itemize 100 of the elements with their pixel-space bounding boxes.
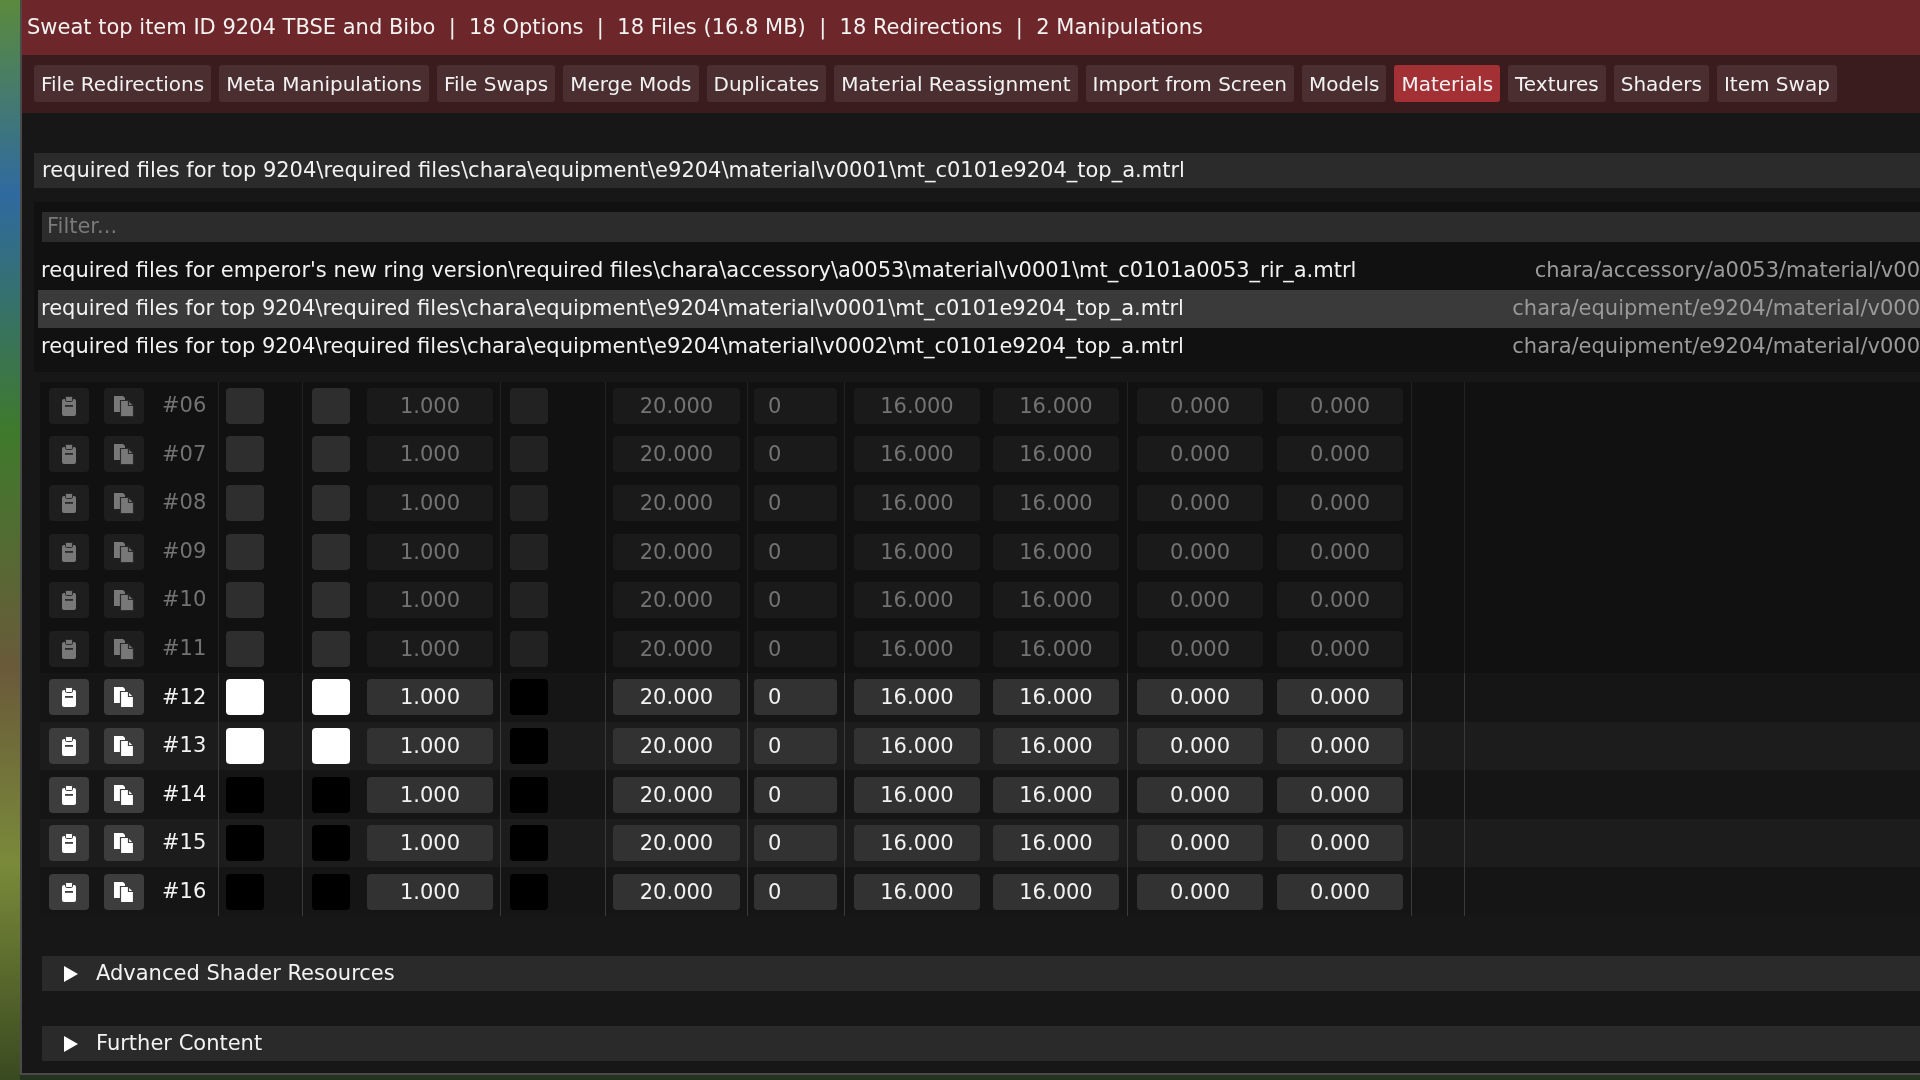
value-field[interactable]: 0.000 (1137, 825, 1263, 862)
value-field[interactable]: 0 (754, 630, 837, 667)
value-field[interactable]: 16.000 (854, 533, 980, 570)
value-field[interactable]: 20.000 (613, 533, 740, 570)
value-field[interactable]: 0.000 (1277, 825, 1403, 862)
value-field[interactable]: 1.000 (367, 582, 493, 619)
paste-button[interactable] (49, 825, 89, 862)
copy-button[interactable] (104, 776, 144, 813)
color-swatch[interactable] (312, 825, 350, 862)
paste-button[interactable] (49, 776, 89, 813)
value-field[interactable]: 16.000 (993, 582, 1119, 619)
value-field[interactable]: 16.000 (854, 436, 980, 473)
value-field[interactable]: 16.000 (854, 485, 980, 521)
color-swatch[interactable] (226, 679, 264, 716)
value-field[interactable]: 0.000 (1277, 727, 1403, 764)
color-swatch[interactable] (226, 485, 264, 521)
value-field[interactable]: 1.000 (367, 776, 493, 813)
value-field[interactable]: 0 (754, 436, 837, 473)
value-field[interactable]: 0 (754, 825, 837, 862)
value-field[interactable]: 0 (754, 679, 837, 716)
value-field[interactable]: 16.000 (854, 873, 980, 910)
color-swatch[interactable] (226, 533, 264, 570)
tab[interactable]: Meta Manipulations (219, 65, 429, 102)
color-swatch[interactable] (312, 436, 350, 473)
value-field[interactable]: 0 (754, 776, 837, 813)
value-field[interactable]: 16.000 (993, 679, 1119, 716)
value-field[interactable]: 16.000 (854, 776, 980, 813)
paste-button[interactable] (49, 873, 89, 910)
copy-button[interactable] (104, 825, 144, 862)
copy-button[interactable] (104, 679, 144, 716)
value-field[interactable]: 0.000 (1277, 436, 1403, 473)
value-field[interactable]: 0.000 (1137, 630, 1263, 667)
value-field[interactable]: 16.000 (993, 727, 1119, 764)
value-field[interactable]: 1.000 (367, 873, 493, 910)
paste-button[interactable] (49, 679, 89, 716)
color-swatch[interactable] (312, 485, 350, 521)
value-field[interactable]: 20.000 (613, 873, 740, 910)
value-field[interactable]: 20.000 (613, 776, 740, 813)
value-field[interactable]: 1.000 (367, 436, 493, 473)
value-field[interactable]: 0.000 (1137, 727, 1263, 764)
value-field[interactable]: 0.000 (1277, 873, 1403, 910)
color-swatch[interactable] (312, 387, 350, 424)
value-field[interactable]: 20.000 (613, 727, 740, 764)
dropdown-option[interactable]: required files for top 9204\required files\chara\equipment\e9204\material\v0001\mt_c0101e9204_top_a.mtrl chara/equipment/e9204/material/v000 (38, 289, 1920, 328)
tab[interactable]: Models (1301, 65, 1387, 102)
color-swatch[interactable] (226, 387, 264, 424)
value-field[interactable]: 1.000 (367, 630, 493, 667)
color-swatch[interactable] (226, 727, 264, 764)
value-field[interactable]: 0 (754, 582, 837, 619)
color-swatch[interactable] (226, 630, 264, 667)
value-field[interactable]: 0.000 (1277, 533, 1403, 570)
value-field[interactable]: 1.000 (367, 727, 493, 764)
value-field[interactable]: 0 (754, 727, 837, 764)
value-field[interactable]: 20.000 (613, 825, 740, 862)
copy-button[interactable] (104, 873, 144, 910)
dropdown-option[interactable]: required files for emperor's new ring version\required files\chara\accessory\a0053\material\v0001\mt_c0101a0053_rir_a.mtrl chara/accessory/a0053/material/v00 (38, 251, 1920, 290)
value-field[interactable]: 0.000 (1137, 776, 1263, 813)
color-swatch[interactable] (312, 582, 350, 619)
tab[interactable]: Import from Screen (1085, 65, 1294, 102)
color-swatch[interactable] (312, 533, 350, 570)
value-field[interactable]: 0.000 (1277, 679, 1403, 716)
value-field[interactable]: 16.000 (993, 533, 1119, 570)
value-field[interactable]: 20.000 (613, 485, 740, 521)
value-field[interactable]: 16.000 (854, 727, 980, 764)
value-field[interactable]: 0.000 (1277, 630, 1403, 667)
tab[interactable]: Textures (1508, 65, 1606, 102)
value-field[interactable]: 1.000 (367, 825, 493, 862)
value-field[interactable]: 20.000 (613, 436, 740, 473)
value-field[interactable]: 16.000 (854, 387, 980, 424)
value-field[interactable]: 16.000 (993, 825, 1119, 862)
color-swatch[interactable] (312, 630, 350, 667)
value-field[interactable]: 0 (754, 533, 837, 570)
value-field[interactable]: 0 (754, 485, 837, 521)
value-field[interactable]: 0.000 (1137, 873, 1263, 910)
color-swatch[interactable] (312, 727, 350, 764)
value-field[interactable]: 0.000 (1137, 582, 1263, 619)
value-field[interactable]: 16.000 (854, 679, 980, 716)
value-field[interactable]: 0.000 (1137, 533, 1263, 570)
tab[interactable]: File Swaps (436, 65, 556, 102)
value-field[interactable]: 16.000 (993, 387, 1119, 424)
value-field[interactable]: 16.000 (993, 776, 1119, 813)
value-field[interactable]: 20.000 (613, 630, 740, 667)
value-field[interactable]: 0.000 (1137, 436, 1263, 473)
color-swatch[interactable] (510, 727, 548, 764)
value-field[interactable]: 0.000 (1137, 679, 1263, 716)
file-path-dropdown[interactable]: required files for top 9204\required files\chara\equipment\e9204\material\v0001\mt_c0101e9204_top_a.mtrl (34, 153, 1920, 188)
value-field[interactable]: 0.000 (1277, 485, 1403, 521)
value-field[interactable]: 16.000 (854, 582, 980, 619)
color-swatch[interactable] (226, 582, 264, 619)
value-field[interactable]: 0.000 (1277, 582, 1403, 619)
tab[interactable]: Shaders (1613, 65, 1709, 102)
copy-button[interactable] (104, 727, 144, 764)
paste-button[interactable] (49, 727, 89, 764)
tab[interactable]: Merge Mods (563, 65, 699, 102)
value-field[interactable]: 16.000 (854, 630, 980, 667)
value-field[interactable]: 1.000 (367, 679, 493, 716)
value-field[interactable]: 16.000 (993, 630, 1119, 667)
value-field[interactable]: 20.000 (613, 387, 740, 424)
value-field[interactable]: 20.000 (613, 679, 740, 716)
value-field[interactable]: 16.000 (993, 436, 1119, 473)
